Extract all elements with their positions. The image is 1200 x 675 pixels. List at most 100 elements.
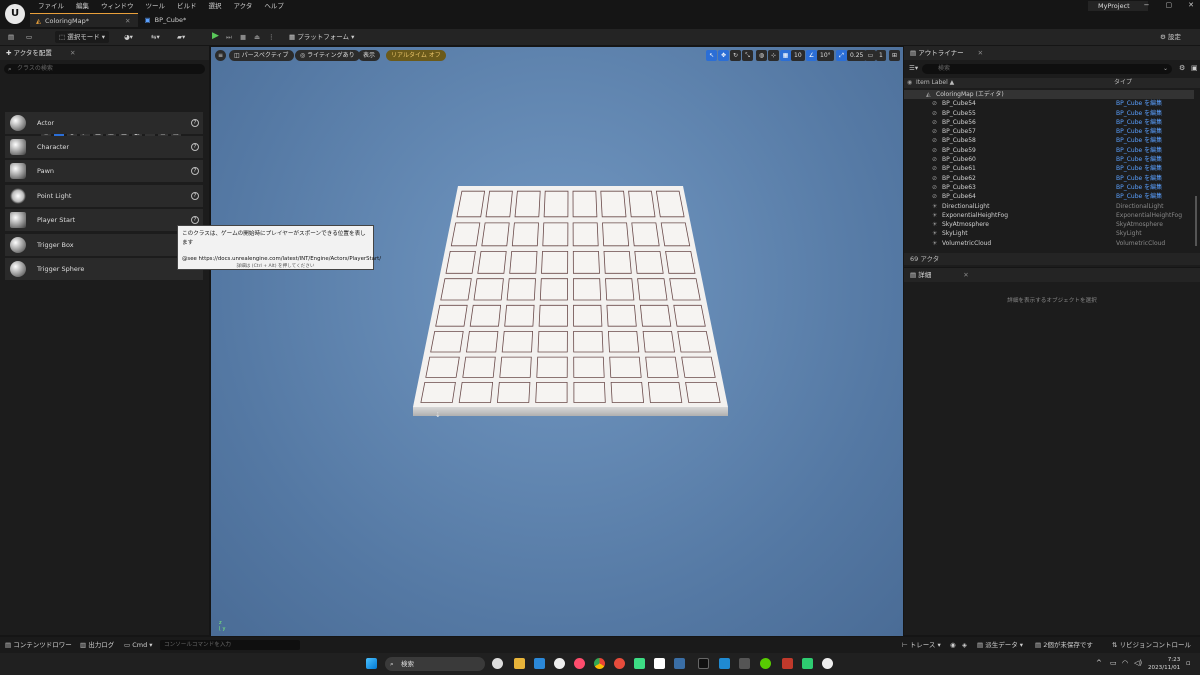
edit-blueprint-link[interactable]: BP_Cube を編集	[1116, 146, 1162, 155]
unreal-logo-icon[interactable]: U	[5, 4, 25, 24]
board-cell[interactable]	[466, 330, 499, 353]
col-item-label[interactable]: Item Label ▲	[916, 78, 954, 88]
board-cell[interactable]	[477, 250, 507, 274]
board-cell[interactable]	[639, 304, 672, 327]
board-cell[interactable]	[506, 278, 536, 301]
outliner-row[interactable]: ⊘ BP_Cube57 BP_Cube を編集	[904, 127, 1194, 136]
edit-blueprint-link[interactable]: BP_Cube を編集	[1116, 99, 1162, 108]
network-icon[interactable]: ▭	[1110, 659, 1117, 667]
board-cell[interactable]	[430, 330, 464, 353]
outliner-search-input[interactable]: 検索 ⌄	[922, 64, 1172, 74]
monitor-icon[interactable]: ◉	[950, 637, 956, 653]
unreal-engine-icon[interactable]	[822, 658, 833, 669]
console-input[interactable]: コンソールコマンドを入力	[160, 640, 300, 650]
eject-button[interactable]: ⏏	[254, 31, 260, 43]
board-cell[interactable]	[538, 304, 568, 327]
rotation-snap-icon[interactable]: ∠	[806, 50, 817, 61]
camera-speed-icon[interactable]: ▭	[865, 50, 876, 61]
system-clock[interactable]: 7:23 2023/11/01	[1148, 656, 1180, 672]
board-cell[interactable]	[509, 250, 538, 274]
board-cell[interactable]	[485, 190, 513, 218]
board-cell[interactable]	[425, 356, 460, 378]
world-space-icon[interactable]: ◍	[756, 50, 767, 61]
select-mode-dropdown[interactable]: ⬚ 選択モード ▾	[55, 31, 110, 43]
col-type[interactable]: タイプ	[1114, 78, 1132, 88]
help-icon[interactable]: ?	[191, 192, 199, 200]
help-icon[interactable]: ?	[191, 167, 199, 175]
photos-icon[interactable]	[802, 658, 813, 669]
board-cell[interactable]	[647, 381, 683, 403]
board-cell[interactable]	[536, 356, 568, 378]
board-cell[interactable]	[572, 190, 598, 218]
windows-start-icon[interactable]	[366, 658, 377, 669]
chevron-down-icon[interactable]: ⌄	[1163, 64, 1168, 74]
board-cell[interactable]	[645, 356, 679, 378]
board-cell[interactable]	[573, 381, 606, 403]
close-icon[interactable]: ✕	[125, 17, 130, 25]
actor-item-player-start[interactable]: Player Start?	[5, 209, 203, 231]
board-cell[interactable]	[572, 222, 599, 247]
cmd-dropdown[interactable]: ▭ Cmd ▾	[124, 637, 153, 653]
outliner-row[interactable]: ☀ SkyAtmosphere SkyAtmosphere	[904, 220, 1194, 229]
menu-help[interactable]: ヘルプ	[258, 1, 290, 11]
help-icon[interactable]: ?	[191, 119, 199, 127]
notion-icon[interactable]	[654, 658, 665, 669]
board-cell[interactable]	[665, 250, 696, 274]
board-cell[interactable]	[462, 356, 496, 378]
steam-icon[interactable]	[674, 658, 685, 669]
player-start-gizmo[interactable]: ⇣	[435, 411, 441, 419]
outliner-add-icon[interactable]: ▣	[1191, 64, 1198, 72]
help-icon[interactable]: ?	[191, 216, 199, 224]
menu-file[interactable]: ファイル	[32, 1, 70, 11]
filter-icon[interactable]: ☰▾	[909, 64, 918, 72]
scale-snap-icon[interactable]: ⤢	[836, 50, 847, 61]
chat-icon[interactable]	[554, 658, 565, 669]
notification-icon[interactable]: ▫	[1186, 659, 1191, 667]
trace-dropdown[interactable]: ⊢ トレース ▾	[902, 637, 941, 653]
lighting-mode-button[interactable]: ◎ ライティングあり	[295, 50, 360, 61]
actor-item-pawn[interactable]: Pawn?	[5, 160, 203, 182]
chrome-icon[interactable]	[594, 658, 605, 669]
board-cell[interactable]	[660, 222, 691, 247]
board-cell[interactable]	[609, 356, 642, 378]
board-cell[interactable]	[572, 250, 600, 274]
edit-blueprint-link[interactable]: BP_Cube を編集	[1116, 136, 1162, 145]
board-cell[interactable]	[481, 222, 510, 247]
board-cell[interactable]	[606, 304, 637, 327]
board-cell[interactable]	[631, 222, 660, 247]
board-cell[interactable]	[543, 190, 569, 218]
outliner-row[interactable]: ⊘ BP_Cube64 BP_Cube を編集	[904, 192, 1194, 201]
board-cell[interactable]	[572, 278, 602, 301]
menu-build[interactable]: ビルド	[171, 1, 203, 11]
outliner-row[interactable]: ☀ VolumetricCloud VolumetricCloud	[904, 239, 1194, 248]
save-icon[interactable]: ▤	[8, 31, 14, 43]
tray-chevron-icon[interactable]: ^	[1096, 659, 1102, 667]
perspective-button[interactable]: ◫ パースペクティブ	[229, 50, 294, 61]
browse-icon[interactable]: ▭	[26, 31, 32, 43]
outliner-row[interactable]: ☀ ExponentialHeightFog ExponentialHeightFo…	[904, 211, 1194, 220]
scale-tool-icon[interactable]: ⤡	[742, 50, 753, 61]
board-cell[interactable]	[541, 250, 569, 274]
actor-item-trigger-box[interactable]: Trigger Box	[5, 234, 203, 256]
coloring-board[interactable]: ⇣	[211, 47, 903, 636]
rotation-snap-value[interactable]: 10°	[817, 50, 834, 61]
board-cell[interactable]	[602, 222, 630, 247]
close-icon[interactable]: ✕	[978, 49, 983, 57]
derived-data-dropdown[interactable]: ▤ 派生データ ▾	[977, 637, 1023, 653]
edit-blueprint-link[interactable]: BP_Cube を編集	[1116, 109, 1162, 118]
edit-blueprint-link[interactable]: BP_Cube を編集	[1116, 174, 1162, 183]
board-cell[interactable]	[642, 330, 675, 353]
outliner-row[interactable]: ⊘ BP_Cube56 BP_Cube を編集	[904, 118, 1194, 127]
tab-coloringmap[interactable]: ◭ ColoringMap* ✕	[30, 13, 139, 27]
board-cell[interactable]	[537, 330, 568, 353]
outliner-tab[interactable]: ▤ アウトライナー ✕	[904, 46, 1200, 60]
edit-blueprint-link[interactable]: BP_Cube を編集	[1116, 155, 1162, 164]
help-icon[interactable]: ?	[191, 143, 199, 151]
board-cell[interactable]	[504, 304, 535, 327]
board-cell[interactable]	[420, 381, 456, 403]
taskbar-search[interactable]: ⌕ 検索	[385, 657, 485, 671]
board-cell[interactable]	[469, 304, 502, 327]
board-cell[interactable]	[628, 190, 656, 218]
layout-icon[interactable]: ⊞	[889, 50, 900, 61]
menu-actor[interactable]: アクタ	[228, 1, 259, 11]
